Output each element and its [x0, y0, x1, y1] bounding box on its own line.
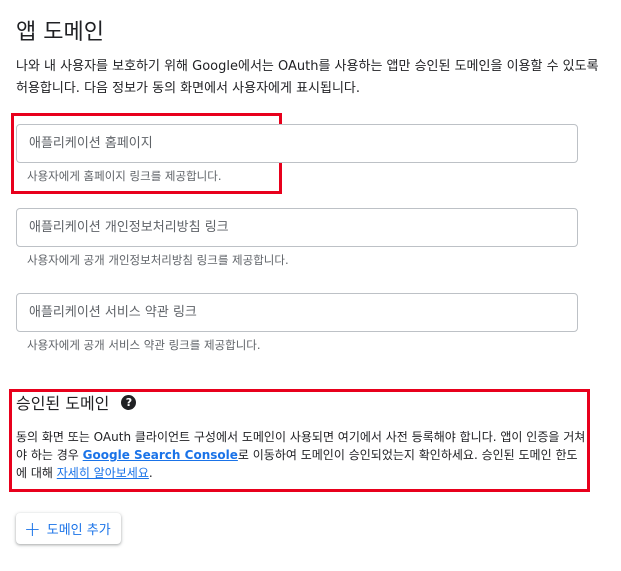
- authorized-domains-description: 동의 화면 또는 OAuth 클라이언트 구성에서 도메인이 사용되면 여기에서…: [16, 430, 586, 480]
- add-domain-label: 도메인 추가: [46, 523, 111, 538]
- privacy-policy-hint: 사용자에게 공개 개인정보처리방침 링크를 제공합니다.: [27, 253, 289, 267]
- learn-more-link[interactable]: 자세히 알아보세요: [57, 466, 149, 480]
- page-title: 앱 도메인: [16, 20, 104, 45]
- terms-of-service-field: 사용자에게 공개 서비스 약관 링크를 제공합니다.: [16, 293, 578, 353]
- terms-of-service-input[interactable]: [17, 294, 577, 331]
- homepage-field: 사용자에게 홈페이지 링크를 제공합니다.: [16, 124, 578, 184]
- privacy-policy-input[interactable]: [17, 209, 577, 246]
- authorized-domains-title: 승인된 도메인 ?: [16, 390, 137, 414]
- help-circle-icon[interactable]: ?: [121, 394, 137, 410]
- homepage-hint: 사용자에게 홈페이지 링크를 제공합니다.: [27, 169, 222, 183]
- add-domain-button[interactable]: + 도메인 추가: [16, 513, 121, 544]
- homepage-input[interactable]: [17, 125, 577, 162]
- plus-icon: +: [24, 516, 41, 541]
- google-search-console-link[interactable]: Google Search Console: [83, 448, 238, 462]
- terms-of-service-hint: 사용자에게 공개 서비스 약관 링크를 제공합니다.: [27, 338, 261, 352]
- privacy-policy-field: 사용자에게 공개 개인정보처리방침 링크를 제공합니다.: [16, 208, 578, 268]
- authorized-domains-title-text: 승인된 도메인: [16, 394, 110, 413]
- intro-text: 나와 내 사용자를 보호하기 위해 Google에서는 OAuth를 사용하는 …: [16, 59, 599, 96]
